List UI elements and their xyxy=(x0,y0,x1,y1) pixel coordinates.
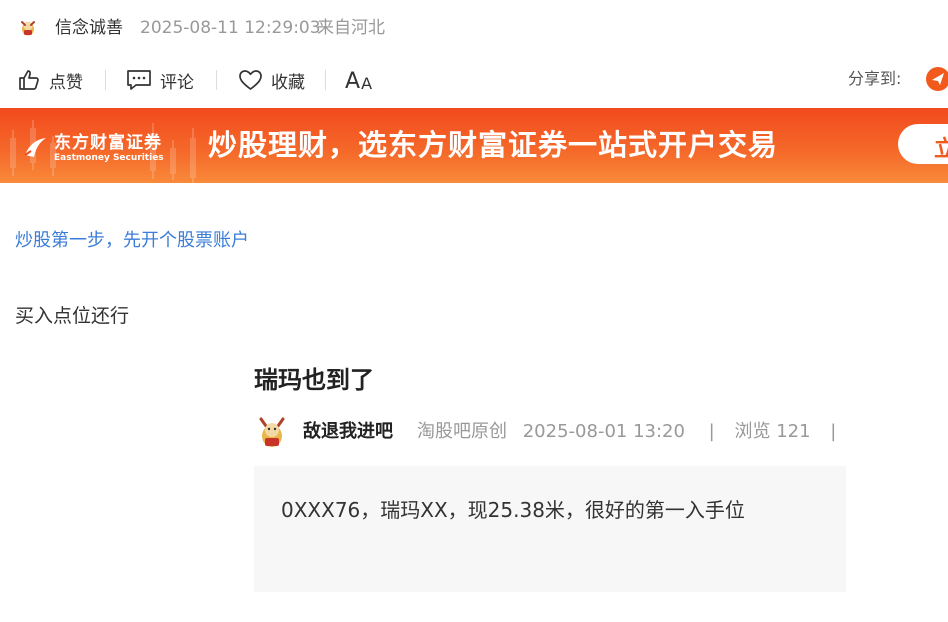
quote-info: 淘股吧原创 2025-08-01 13:20 | 浏览 121 | 评 xyxy=(417,420,848,444)
heart-icon xyxy=(239,70,262,90)
eastmoney-logo-icon xyxy=(24,138,46,157)
thumbs-up-icon xyxy=(19,70,39,90)
like-label: 点赞 xyxy=(49,72,83,93)
post-meta: 信念诚善 2025-08-11 12:29:03 来自河北 xyxy=(0,0,948,56)
quote-separator: | xyxy=(830,421,837,442)
quote-content: 0XXX76，瑞玛XX，现25.38米，很好的第一入手位 xyxy=(281,498,745,522)
like-button[interactable]: 点赞 xyxy=(17,66,83,94)
favorite-label: 收藏 xyxy=(271,72,305,93)
post-time: 2025-08-11 12:29:03 xyxy=(140,18,321,38)
page: 信念诚善 2025-08-11 12:29:03 来自河北 点赞 评论 收藏 A… xyxy=(0,0,948,622)
action-bar: 点赞 评论 收藏 A A 分享到: xyxy=(0,60,948,100)
paper-plane-icon xyxy=(932,73,944,85)
share-label: 分享到: xyxy=(848,69,902,88)
font-size-toggle[interactable]: A A xyxy=(345,66,372,94)
comment-label: 评论 xyxy=(160,72,194,93)
quote-meta: 敌退我进吧 淘股吧原创 2025-08-01 13:20 | 浏览 121 | … xyxy=(254,412,848,452)
quote-separator: | xyxy=(708,421,715,442)
quote-content-box[interactable]: 0XXX76，瑞玛XX，现25.38米，很好的第一入手位 xyxy=(254,466,846,592)
font-large-label: A xyxy=(345,69,361,94)
logo-chinese: 东方财富证券 xyxy=(54,132,162,153)
post-body-text: 买入点位还行 xyxy=(15,305,130,327)
banner-cta-label: 立 xyxy=(934,137,948,162)
quote-time: 2025-08-01 13:20 xyxy=(522,421,685,442)
author-avatar[interactable] xyxy=(18,17,38,37)
banner-ad[interactable]: 东方财富证券 Eastmoney Securities 炒股理财，选东方财富证券… xyxy=(0,108,948,183)
quote-author-avatar[interactable] xyxy=(256,415,288,449)
quote-source: 淘股吧原创 xyxy=(417,421,507,442)
divider xyxy=(216,70,217,90)
open-account-link[interactable]: 炒股第一步，先开个股票账户 xyxy=(15,229,249,253)
share-icon[interactable] xyxy=(926,67,948,91)
banner-slogan: 炒股理财，选东方财富证券一站式开户交易 xyxy=(208,128,779,162)
divider xyxy=(325,70,326,90)
eastmoney-logo: 东方财富证券 Eastmoney Securities xyxy=(22,128,164,168)
banner-cta-button[interactable]: 立 xyxy=(898,124,948,164)
quote-author[interactable]: 敌退我进吧 xyxy=(303,420,393,444)
comment-button[interactable]: 评论 xyxy=(126,66,194,94)
divider xyxy=(105,70,106,90)
post-origin: 来自河北 xyxy=(317,18,385,38)
comment-icon xyxy=(127,70,151,90)
quote-title[interactable]: 瑞玛也到了 xyxy=(254,365,374,395)
logo-english: Eastmoney Securities xyxy=(54,152,164,163)
quote-views: 浏览 121 xyxy=(734,421,811,442)
font-small-label: A xyxy=(361,74,373,93)
favorite-button[interactable]: 收藏 xyxy=(238,66,305,94)
post-author[interactable]: 信念诚善 xyxy=(55,17,123,39)
